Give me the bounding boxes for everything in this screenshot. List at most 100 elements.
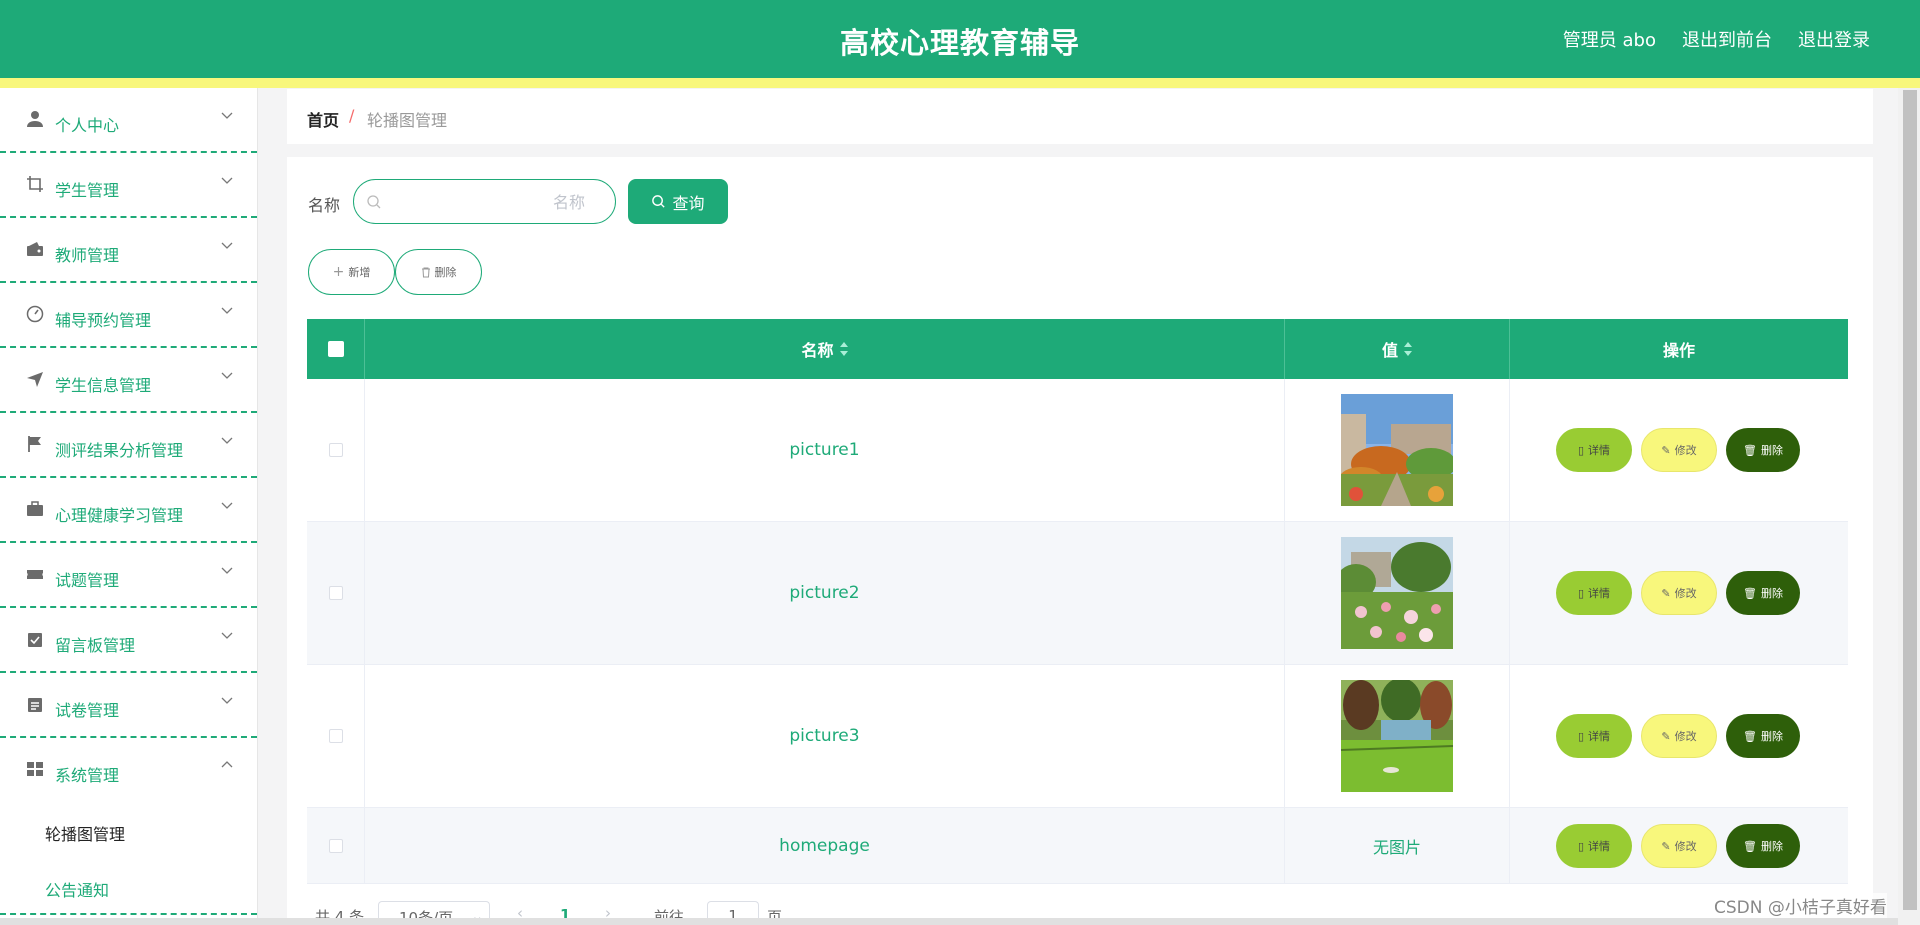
bulk-delete-button[interactable]: 删除 — [395, 249, 482, 295]
name-cell: picture2 — [365, 522, 1285, 664]
horizontal-scrollbar[interactable] — [0, 918, 1898, 925]
row-checkbox[interactable] — [328, 443, 343, 457]
sidebar-subitem-notice[interactable]: 公告通知 — [0, 859, 257, 915]
detail-button-label: 详情 — [1588, 730, 1611, 743]
sidebar-item-student-info[interactable]: 学生信息管理 — [0, 348, 257, 413]
value-cell — [1285, 379, 1510, 521]
pencil-icon: ✎ — [1661, 839, 1671, 853]
search-icon — [367, 195, 381, 209]
search-box — [353, 179, 616, 224]
delete-button-label: 删除 — [1760, 587, 1783, 600]
actions-cell: ▯ 详情 ✎ 修改 🗑 删除 — [1510, 379, 1848, 521]
search-icon — [652, 195, 666, 208]
sidebar-item-student[interactable]: 学生管理 — [0, 153, 257, 218]
row-checkbox[interactable] — [328, 729, 343, 743]
sidebar-item-appointment[interactable]: 辅导预约管理 — [0, 283, 257, 348]
row-checkbox[interactable] — [328, 838, 343, 853]
delete-button[interactable]: 🗑 删除 — [1726, 714, 1800, 758]
sidebar-item-personal-center[interactable]: 个人中心 — [0, 88, 257, 153]
sidebar-item-label: 教师管理 — [55, 246, 120, 265]
sidebar-item-teacher[interactable]: 教师管理 — [0, 218, 257, 283]
delete-button-label: 删除 — [1760, 730, 1783, 743]
edit-button-label: 修改 — [1674, 730, 1697, 743]
detail-button[interactable]: ▯ 详情 — [1556, 571, 1632, 615]
document-icon: ▯ — [1577, 586, 1585, 600]
search-label: 名称 — [308, 196, 341, 215]
column-header-label: 操作 — [1662, 341, 1695, 360]
row-checkbox[interactable] — [328, 586, 343, 600]
sidebar-item-label: 辅导预约管理 — [55, 311, 152, 330]
chevron-up-icon — [221, 761, 233, 768]
sidebar-subitem-label: 公告通知 — [45, 881, 110, 900]
delete-button[interactable]: 🗑 删除 — [1726, 571, 1800, 615]
pencil-icon: ✎ — [1661, 443, 1671, 457]
bulk-delete-button-label: 删除 — [434, 266, 457, 279]
actions-cell: ▯ 详情 ✎ 修改 🗑 删除 — [1510, 665, 1848, 807]
detail-button[interactable]: ▯ 详情 — [1556, 428, 1632, 472]
sidebar-item-label: 留言板管理 — [55, 636, 136, 655]
sidebar-item-message-board[interactable]: 留言板管理 — [0, 608, 257, 673]
edit-button[interactable]: ✎ 修改 — [1641, 824, 1717, 868]
pencil-icon: ✎ — [1661, 586, 1671, 600]
sidebar-item-questions[interactable]: 试题管理 — [0, 543, 257, 608]
trash-icon — [421, 267, 430, 277]
carousel-image-thumbnail — [1341, 394, 1453, 506]
delete-button[interactable]: 🗑 删除 — [1726, 824, 1800, 868]
column-header-name[interactable]: 名称 — [365, 319, 1285, 379]
query-button-label: 查询 — [672, 193, 705, 213]
search-input[interactable] — [390, 188, 605, 216]
chevron-down-icon — [221, 502, 233, 509]
query-button[interactable]: 查询 — [628, 179, 728, 224]
breadcrumb-separator: / — [349, 106, 355, 125]
plus-icon: + — [332, 264, 345, 280]
column-header-label: 值 — [1381, 341, 1398, 360]
carousel-image-thumbnail — [1341, 537, 1453, 649]
edit-button[interactable]: ✎ 修改 — [1641, 571, 1717, 615]
row-select-cell — [307, 522, 365, 664]
header-select-all — [307, 319, 365, 379]
sidebar-item-evaluation[interactable]: 测评结果分析管理 — [0, 413, 257, 478]
chevron-down-icon — [221, 307, 233, 314]
edit-button-label: 修改 — [1674, 840, 1697, 853]
column-header-value[interactable]: 值 — [1285, 319, 1510, 379]
sidebar-subitem-carousel[interactable]: 轮播图管理 — [0, 803, 257, 859]
scrollbar-thumb[interactable] — [1903, 90, 1917, 910]
delete-button[interactable]: 🗑 删除 — [1726, 428, 1800, 472]
detail-button[interactable]: ▯ 详情 — [1556, 824, 1632, 868]
actions-cell: ▯ 详情 ✎ 修改 🗑 删除 — [1510, 522, 1848, 664]
row-select-cell — [307, 808, 365, 883]
back-to-front-link[interactable]: 退出到前台 — [1682, 26, 1772, 52]
table-header: 名称 值 操作 — [307, 319, 1848, 379]
select-all-checkbox[interactable] — [327, 341, 344, 357]
add-button[interactable]: + 新增 — [308, 249, 395, 295]
sidebar: 个人中心 学生管理 教师管理 辅导预约管理 学生信息管理 测评结果分析管理 心理… — [0, 88, 258, 925]
detail-button-label: 详情 — [1588, 840, 1611, 853]
chevron-down-icon — [221, 697, 233, 704]
ticket-icon — [27, 570, 43, 579]
edit-button[interactable]: ✎ 修改 — [1641, 714, 1717, 758]
delete-button-label: 删除 — [1760, 444, 1783, 457]
sidebar-item-learning[interactable]: 心理健康学习管理 — [0, 478, 257, 543]
breadcrumb-home[interactable]: 首页 — [307, 107, 339, 131]
wallet-icon — [27, 242, 43, 256]
sidebar-item-exam-paper[interactable]: 试卷管理 — [0, 673, 257, 738]
pencil-icon: ✎ — [1661, 729, 1671, 743]
table-row: homepage 无图片 ▯ 详情 ✎ 修改 🗑 删除 — [307, 808, 1848, 884]
row-select-cell — [307, 379, 365, 521]
value-cell — [1285, 522, 1510, 664]
logout-link[interactable]: 退出登录 — [1798, 26, 1870, 52]
admin-user-link[interactable]: 管理员 abo — [1563, 26, 1656, 52]
name-cell: homepage — [365, 808, 1285, 883]
detail-button[interactable]: ▯ 详情 — [1556, 714, 1632, 758]
row-name: picture2 — [789, 583, 860, 603]
detail-button-label: 详情 — [1588, 587, 1611, 600]
edit-button-label: 修改 — [1674, 444, 1697, 457]
sidebar-item-system[interactable]: 系统管理 — [0, 738, 257, 803]
table-row: picture2 ▯ 详情 ✎ 修改 🗑 删除 — [307, 522, 1848, 665]
chevron-down-icon — [221, 177, 233, 184]
document-icon: ▯ — [1577, 839, 1585, 853]
breadcrumb: 首页 / 轮播图管理 — [287, 89, 1873, 144]
edit-button[interactable]: ✎ 修改 — [1641, 428, 1717, 472]
sidebar-item-label: 系统管理 — [55, 766, 120, 785]
flag-icon — [28, 436, 41, 452]
